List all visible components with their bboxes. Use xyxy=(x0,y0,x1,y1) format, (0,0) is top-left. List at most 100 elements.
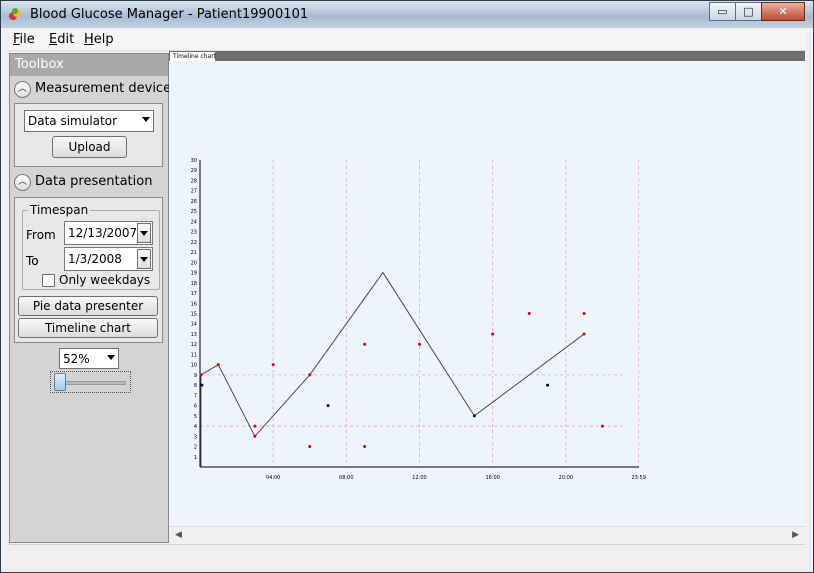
presentation-header-label: Data presentation xyxy=(35,174,153,189)
menu-file[interactable]: File xyxy=(13,32,35,47)
y-tick-label: 23 xyxy=(191,230,197,236)
from-label: From xyxy=(26,228,56,242)
measurement-point xyxy=(199,373,203,377)
chevron-down-icon xyxy=(140,231,148,236)
y-tick-label: 5 xyxy=(194,414,197,420)
timeline-chart-button[interactable]: Timeline chart xyxy=(18,318,158,338)
zoom-select[interactable]: 52% xyxy=(59,348,119,369)
y-tick-label: 15 xyxy=(191,312,197,318)
measurement-point xyxy=(363,342,367,346)
y-tick-label: 4 xyxy=(194,424,197,430)
y-tick-label: 26 xyxy=(191,199,197,205)
y-tick-label: 9 xyxy=(194,373,197,379)
x-tick-label: 20:00 xyxy=(559,475,573,481)
timespan-group: Timespan From 12/13/2007 To 1/3/2008 Onl… xyxy=(22,203,160,290)
minimize-button[interactable]: ▭ xyxy=(709,2,736,21)
measurement-point-blue xyxy=(326,404,330,408)
measurement-point xyxy=(253,434,257,438)
y-tick-label: 11 xyxy=(191,352,197,358)
measurement-point xyxy=(491,332,495,336)
measurement-point xyxy=(308,445,312,449)
chevron-down-icon xyxy=(142,117,150,122)
measurement-point-blue xyxy=(472,414,476,418)
devices-expander-header[interactable]: ︿ Measurement devices xyxy=(10,80,178,102)
collapse-up-icon[interactable]: ︿ xyxy=(14,81,31,98)
y-tick-label: 22 xyxy=(191,240,197,246)
chevron-down-icon xyxy=(107,355,115,360)
device-select[interactable]: Data simulator xyxy=(24,110,154,132)
y-tick-label: 28 xyxy=(191,178,197,184)
app-window: Blood Glucose Manager - Patient19900101 … xyxy=(0,0,814,573)
timespan-legend: Timespan xyxy=(28,203,91,217)
toolbox-panel: Toolbox ︿ Measurement devices Data simul… xyxy=(9,53,178,543)
y-tick-label: 12 xyxy=(191,342,197,348)
measurement-point xyxy=(253,424,257,428)
upload-button[interactable]: Upload xyxy=(52,136,127,158)
y-tick-label: 17 xyxy=(191,291,197,297)
measurement-point-blue xyxy=(546,383,550,387)
measurement-point xyxy=(363,445,367,449)
maximize-button[interactable]: □ xyxy=(735,2,762,21)
zoom-slider[interactable] xyxy=(50,371,131,393)
measurement-point xyxy=(527,312,531,315)
zoom-value: 52% xyxy=(63,352,90,366)
x-tick-label: 12:00 xyxy=(412,475,426,481)
measurement-point xyxy=(600,424,604,428)
measurement-point xyxy=(271,363,275,367)
y-tick-label: 6 xyxy=(194,404,197,410)
y-tick-label: 20 xyxy=(191,260,197,266)
pie-data-presenter-button[interactable]: Pie data presenter xyxy=(18,296,158,316)
horizontal-scrollbar[interactable]: ◀ ▶ xyxy=(169,526,805,543)
glucose-trend-line xyxy=(200,271,585,467)
zoom-slider-track xyxy=(56,381,126,385)
tab-strip: Timeline chart xyxy=(169,51,805,61)
from-date-value: 12/13/2007 xyxy=(68,226,138,240)
x-tick-label: 04:00 xyxy=(266,475,280,481)
status-bar xyxy=(9,544,805,565)
only-weekdays-checkbox[interactable] xyxy=(42,274,55,287)
chevron-down-icon xyxy=(140,257,148,262)
measurement-point xyxy=(308,373,312,377)
from-date-input[interactable]: 12/13/2007 xyxy=(64,221,153,245)
y-tick-label: 13 xyxy=(191,332,197,338)
y-tick-label: 7 xyxy=(194,393,197,399)
x-tick-label: 16:00 xyxy=(485,475,499,481)
scroll-right-icon[interactable]: ▶ xyxy=(792,530,799,540)
y-tick-label: 30 xyxy=(191,158,197,164)
chart-area: Timeline chart 1 2 3 4 5 6 7 8 9 10 11 12 13 14 15 16 17… xyxy=(169,51,805,526)
presentation-expander-header[interactable]: ︿ Data presentation xyxy=(10,173,168,195)
to-label: To xyxy=(26,254,39,268)
calendar-dropdown-button[interactable] xyxy=(137,249,151,269)
presentation-panel: Timespan From 12/13/2007 To 1/3/2008 Onl… xyxy=(14,197,163,343)
y-tick-label: 8 xyxy=(194,383,197,389)
y-tick-label: 2 xyxy=(194,445,197,451)
app-icon xyxy=(9,8,21,20)
measurement-point-blue xyxy=(200,383,204,387)
menu-edit[interactable]: Edit xyxy=(49,32,74,47)
menu-help[interactable]: Help xyxy=(84,32,114,47)
window-title: Blood Glucose Manager - Patient19900101 xyxy=(30,7,309,22)
calendar-dropdown-button[interactable] xyxy=(137,223,151,243)
title-bar[interactable]: Blood Glucose Manager - Patient19900101 … xyxy=(1,1,813,28)
x-tick-label: 08:00 xyxy=(339,475,353,481)
scroll-left-icon[interactable]: ◀ xyxy=(175,530,182,540)
y-tick-label: 1 xyxy=(194,455,197,461)
to-date-input[interactable]: 1/3/2008 xyxy=(64,247,153,271)
measurement-point xyxy=(582,332,586,336)
device-select-value: Data simulator xyxy=(28,114,118,128)
menu-bar: File Edit Help xyxy=(9,29,805,51)
y-tick-label: 24 xyxy=(191,219,197,225)
measurement-point xyxy=(418,342,421,346)
tab-timeline-chart[interactable]: Timeline chart xyxy=(170,52,216,61)
only-weekdays-label: Only weekdays xyxy=(59,273,151,287)
y-tick-label: 25 xyxy=(191,209,197,215)
y-tick-label: 14 xyxy=(191,322,197,328)
zoom-slider-thumb[interactable] xyxy=(54,373,66,391)
to-date-value: 1/3/2008 xyxy=(68,252,122,266)
toolbox-title: Toolbox xyxy=(10,54,168,76)
measurement-point xyxy=(216,363,220,367)
close-button[interactable]: ✕ xyxy=(761,2,805,21)
y-tick-label: 19 xyxy=(191,271,197,277)
collapse-up-icon[interactable]: ︿ xyxy=(14,174,31,191)
measurement-point xyxy=(582,312,586,315)
